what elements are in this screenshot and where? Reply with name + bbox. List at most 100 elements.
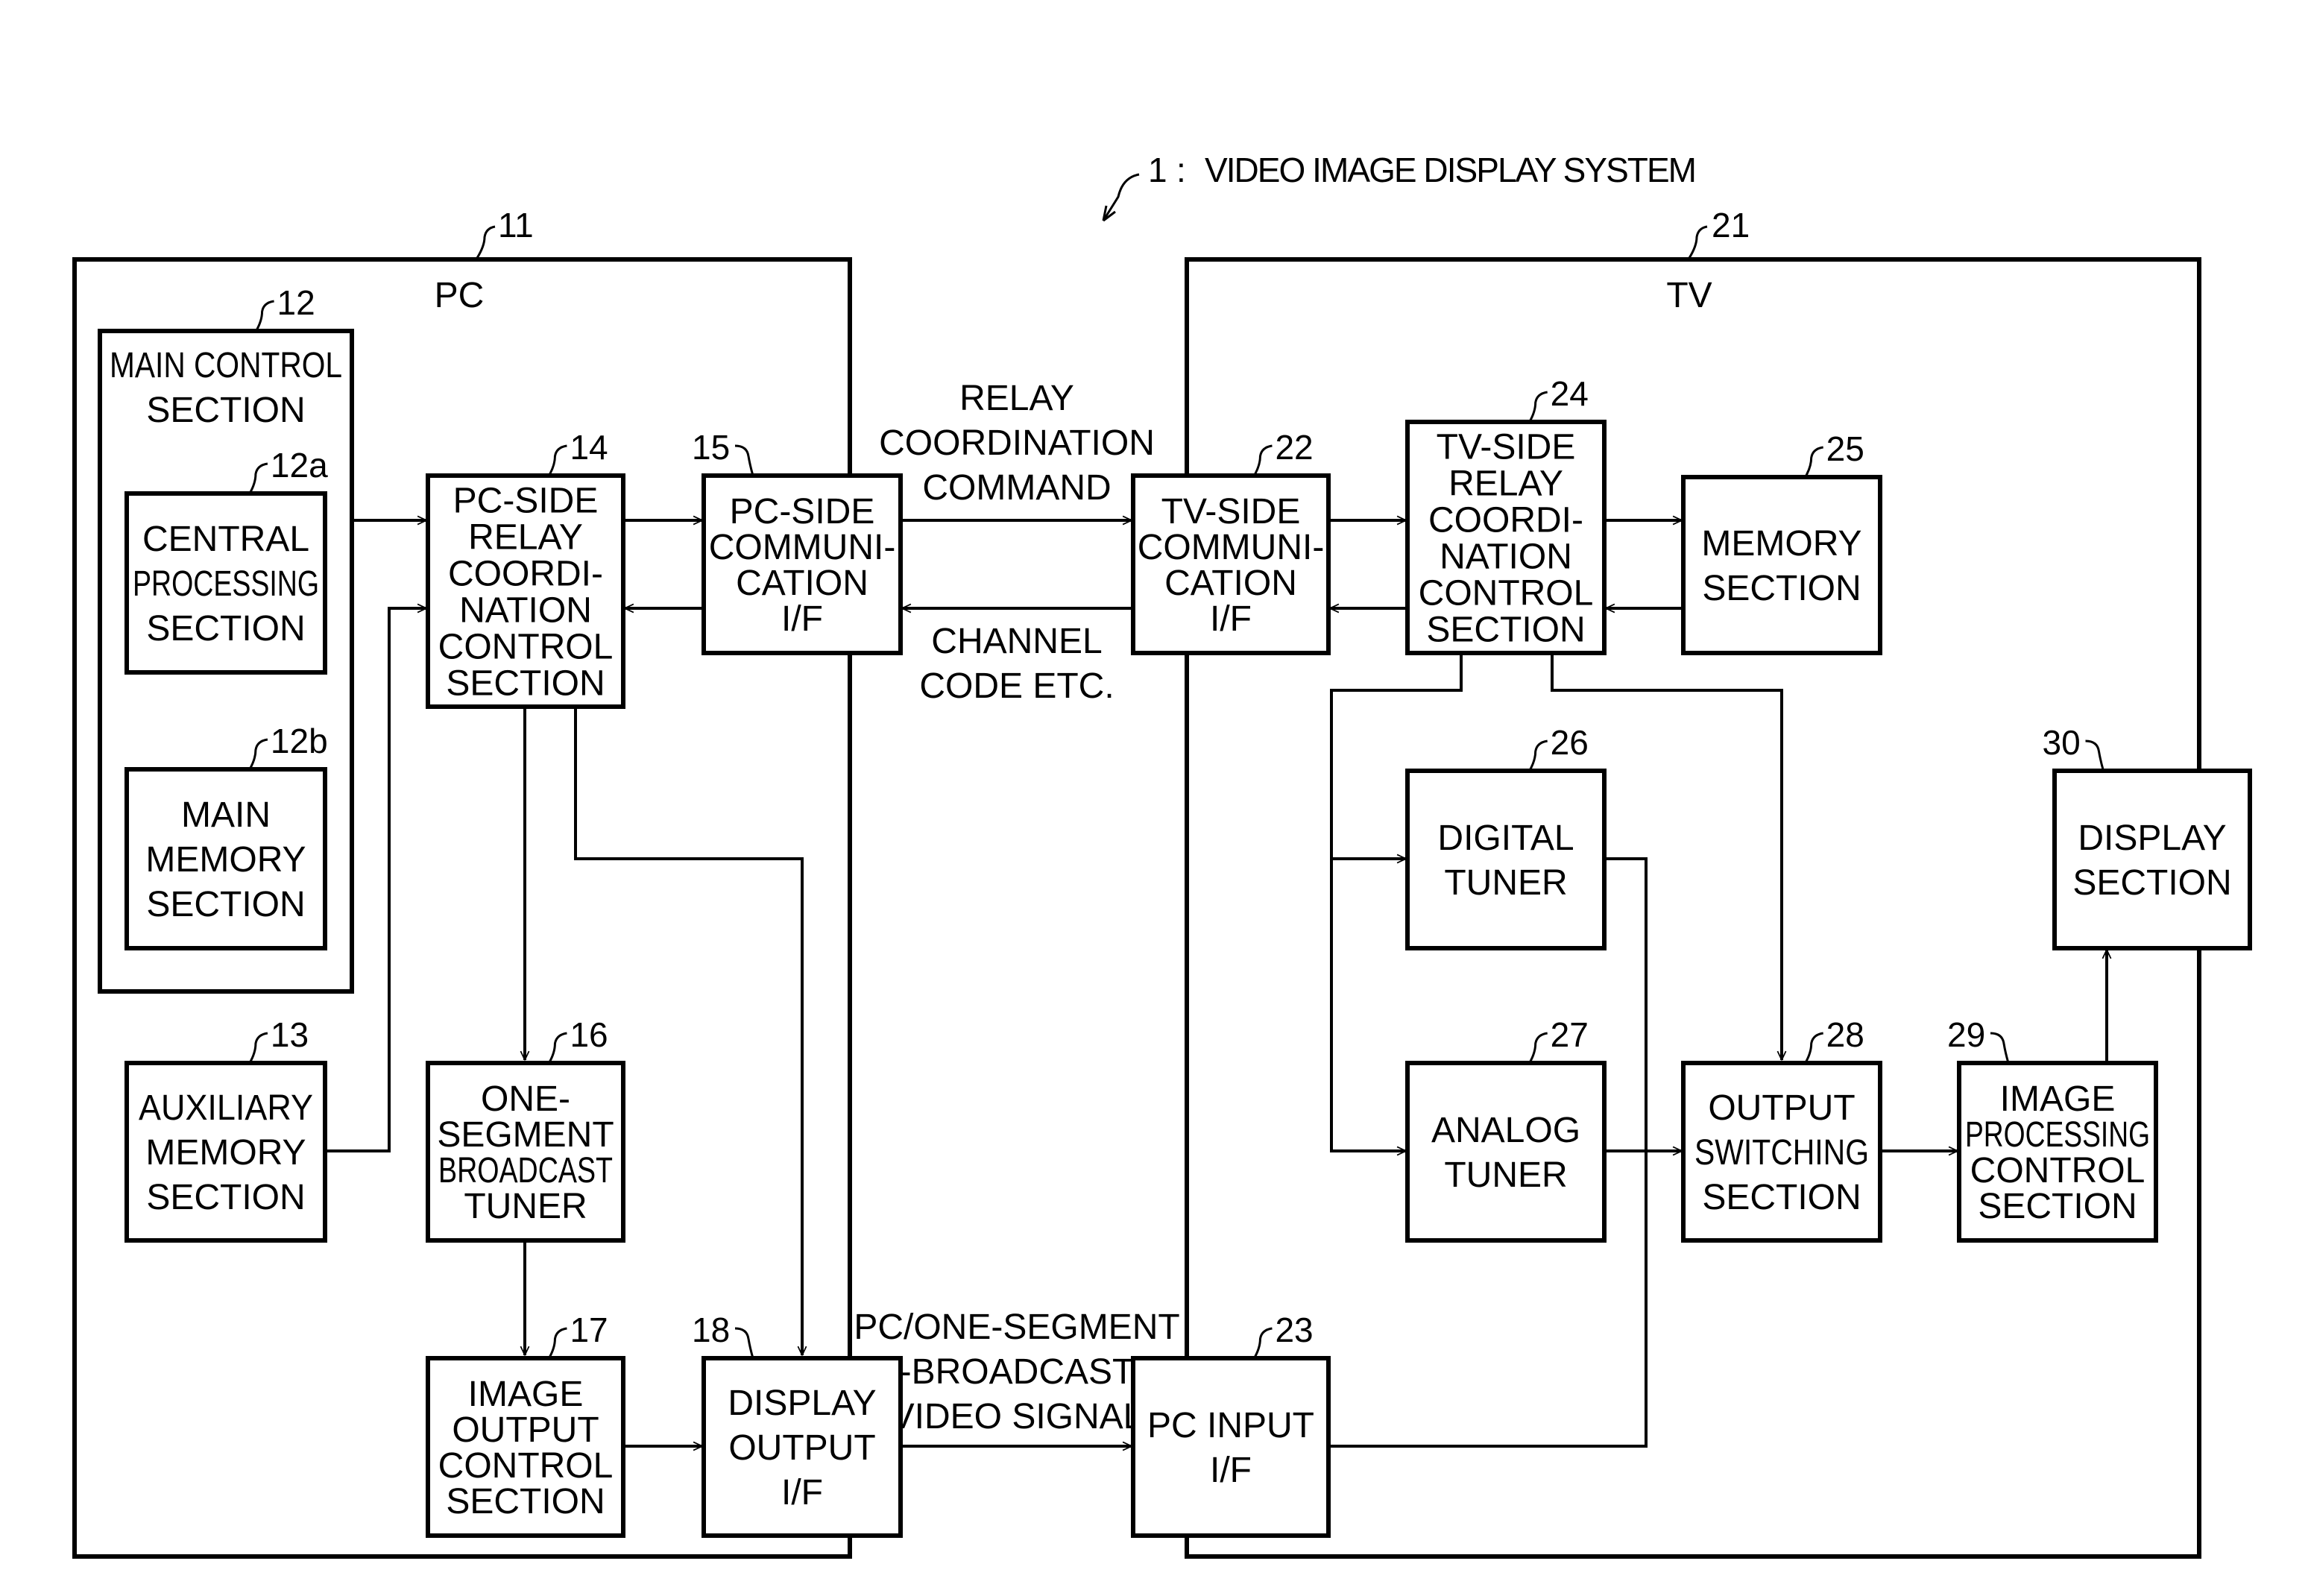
tv-side-relay-coordination-control-section-label-line: NATION [1440, 537, 1572, 577]
relay-command-line-3: COMMAND [922, 468, 1111, 508]
digital-tuner-label-line: TUNER [1444, 863, 1567, 903]
pc-side-relay-coordination-control-section-label-line: CONTROL [438, 628, 614, 667]
central-processing-section-label-line: SECTION [146, 609, 305, 649]
pc-side-communication-if-block: PC-SIDECOMMUNI-CATIONI/F 15 [692, 428, 903, 655]
image-processing-control-section-label-line: CONTROL [1970, 1151, 2146, 1190]
tv-side-relay-coordination-control-section-ref-leader [1528, 391, 1548, 423]
display-section-label-line: SECTION [2072, 863, 2231, 903]
one-segment-broadcast-tuner-ref-leader [548, 1032, 567, 1064]
one-segment-broadcast-tuner-ref: 16 [570, 1015, 608, 1054]
pc-side-communication-if-label-line: CATION [736, 564, 868, 603]
digital-tuner-ref: 26 [1551, 723, 1589, 762]
tv-side-relay-coordination-control-section-block: TV-SIDERELAYCOORDI-NATIONCONTROLSECTION 2… [1405, 374, 1607, 655]
display-output-if-ref-leader [734, 1327, 754, 1359]
pc-side-communication-if-ref-leader [734, 444, 754, 476]
pc-input-if-label-line: I/F [1210, 1451, 1252, 1490]
central-processing-section-label-line: CENTRAL [142, 520, 309, 559]
output-switching-section-ref: 28 [1826, 1015, 1864, 1054]
pc-side-relay-coordination-control-section-ref-leader [548, 444, 567, 476]
auxiliary-memory-section-label-line: AUXILIARY [139, 1088, 313, 1128]
display-output-if-label-line: I/F [781, 1473, 823, 1513]
image-processing-control-section-label-line: PROCESSING [1965, 1115, 2150, 1155]
system-title-text: VIDEO IMAGE DISPLAY SYSTEM [1205, 151, 1697, 189]
memory-section-block: MEMORY SECTION 25 [1681, 429, 1882, 655]
tv-side-relay-coordination-control-section-label-line: SECTION [1426, 611, 1585, 650]
image-output-control-section-ref: 17 [570, 1310, 608, 1349]
tv-side-communication-if-label-line: I/F [1210, 599, 1252, 639]
pc-side-communication-if-label-line: COMMUNI- [709, 528, 896, 567]
tv-side-relay-coordination-control-section-label-line: RELAY [1448, 464, 1563, 504]
pc-side-relay-coordination-control-section-label-line: RELAY [468, 518, 583, 558]
tv-side-relay-coordination-control-section-label-line: CONTROL [1419, 574, 1594, 614]
tv-side-communication-if-ref: 22 [1275, 428, 1313, 467]
main-control-section-ref: 12 [277, 283, 315, 322]
system-title: 1 : VIDEO IMAGE DISPLAY SYSTEM [1102, 151, 1697, 222]
pc-input-if-box [1131, 1356, 1331, 1538]
tv-side-communication-if-label-line: TV-SIDE [1161, 492, 1301, 532]
auxiliary-memory-section-ref-leader [248, 1032, 268, 1064]
memory-section-ref-leader [1804, 446, 1823, 478]
display-output-if-label-line: OUTPUT [728, 1428, 875, 1468]
video-signal-line-2: -BROADCAST [900, 1352, 1135, 1392]
one-segment-broadcast-tuner-label-line: BROADCAST [438, 1151, 613, 1190]
blocks: MAIN CONTROLSECTION12CENTRALPROCESSINGSE… [98, 283, 2252, 1538]
pc-side-communication-if-label-line: PC-SIDE [730, 492, 875, 532]
one-segment-broadcast-tuner-label-line: ONE- [481, 1079, 570, 1119]
memory-section-label-line: MEMORY [1701, 524, 1861, 564]
tv-side-communication-if-label-line: CATION [1164, 564, 1297, 603]
image-processing-control-section-ref: 29 [1947, 1015, 1985, 1054]
tv-ref: 21 [1712, 206, 1750, 245]
output-switching-section-label-line: SWITCHING [1694, 1133, 1869, 1173]
tv-side-relay-coordination-control-section-label-line: COORDI- [1428, 501, 1583, 540]
video-signal-line-1: PC/ONE-SEGMENT [854, 1308, 1179, 1347]
output-switching-section-label-line: SECTION [1702, 1178, 1861, 1217]
tv-label: TV [1666, 276, 1712, 315]
display-section-box [2052, 769, 2252, 950]
pc-side-relay-coordination-control-section-label-line: SECTION [446, 664, 605, 704]
image-output-control-section-label-line: SECTION [446, 1482, 605, 1521]
auxiliary-memory-section-label-line: MEMORY [145, 1133, 306, 1173]
main-control-section-label-line: SECTION [146, 391, 305, 430]
main-memory-section-ref: 12b [271, 722, 328, 760]
analog-tuner-block: ANALOG TUNER 27 [1405, 1015, 1607, 1243]
tv-boundary [1185, 257, 2201, 1559]
image-output-control-section-label-line: CONTROL [438, 1446, 614, 1486]
pc-side-relay-coordination-control-section-label-line: COORDI- [448, 555, 603, 594]
system-ref: 1 [1148, 151, 1167, 189]
central-processing-section-label-line: PROCESSING [133, 564, 319, 604]
relay-command-line-2: COORDINATION [879, 423, 1155, 463]
pc-ref: 11 [498, 206, 534, 245]
digital-tuner-ref-leader [1528, 739, 1548, 772]
wire-14-to-18 [574, 707, 802, 1355]
main-memory-section-label-line: MEMORY [145, 840, 306, 880]
central-processing-section-ref: 12a [271, 446, 328, 485]
pc-side-relay-coordination-control-section-label-line: NATION [459, 591, 592, 631]
tv-device: 21 TV [1185, 206, 2201, 1559]
display-output-if-ref: 18 [692, 1310, 730, 1349]
system-block-diagram: 1 : VIDEO IMAGE DISPLAY SYSTEM 11 PC 21 … [72, 151, 2252, 1559]
display-section-label-line: DISPLAY [2078, 818, 2226, 858]
analog-tuner-ref: 27 [1551, 1015, 1589, 1054]
display-section-block: DISPLAY SECTION 30 [2043, 723, 2252, 950]
analog-tuner-label-line: TUNER [1444, 1155, 1567, 1195]
main-control-section-ref-leader [255, 300, 274, 332]
memory-section-label-line: SECTION [1702, 569, 1861, 608]
wire-24-to-27 [1330, 859, 1406, 1151]
analog-tuner-box [1405, 1061, 1607, 1243]
pc-input-if-ref-leader [1253, 1327, 1273, 1359]
tv-side-relay-coordination-control-section-ref: 24 [1551, 374, 1589, 413]
image-output-control-section-label-line: IMAGE [468, 1375, 584, 1414]
analog-tuner-label-line: ANALOG [1431, 1111, 1580, 1150]
digital-tuner-block: DIGITAL TUNER 26 [1405, 723, 1607, 950]
output-switching-section-ref-leader [1804, 1032, 1823, 1064]
system-pointer-arrow [1102, 173, 1140, 221]
memory-section-box [1681, 475, 1882, 655]
image-output-control-section-label-line: OUTPUT [452, 1410, 599, 1450]
image-processing-control-section-label-line: SECTION [1978, 1187, 2137, 1226]
image-processing-control-section-ref-leader [1990, 1032, 2010, 1064]
digital-tuner-box [1405, 769, 1607, 950]
title-separator: : [1176, 151, 1186, 189]
auxiliary-memory-section-block: AUXILIARY MEMORY SECTION 13 [124, 1015, 327, 1243]
memory-section-ref: 25 [1826, 429, 1864, 468]
display-section-ref: 30 [2043, 723, 2081, 762]
